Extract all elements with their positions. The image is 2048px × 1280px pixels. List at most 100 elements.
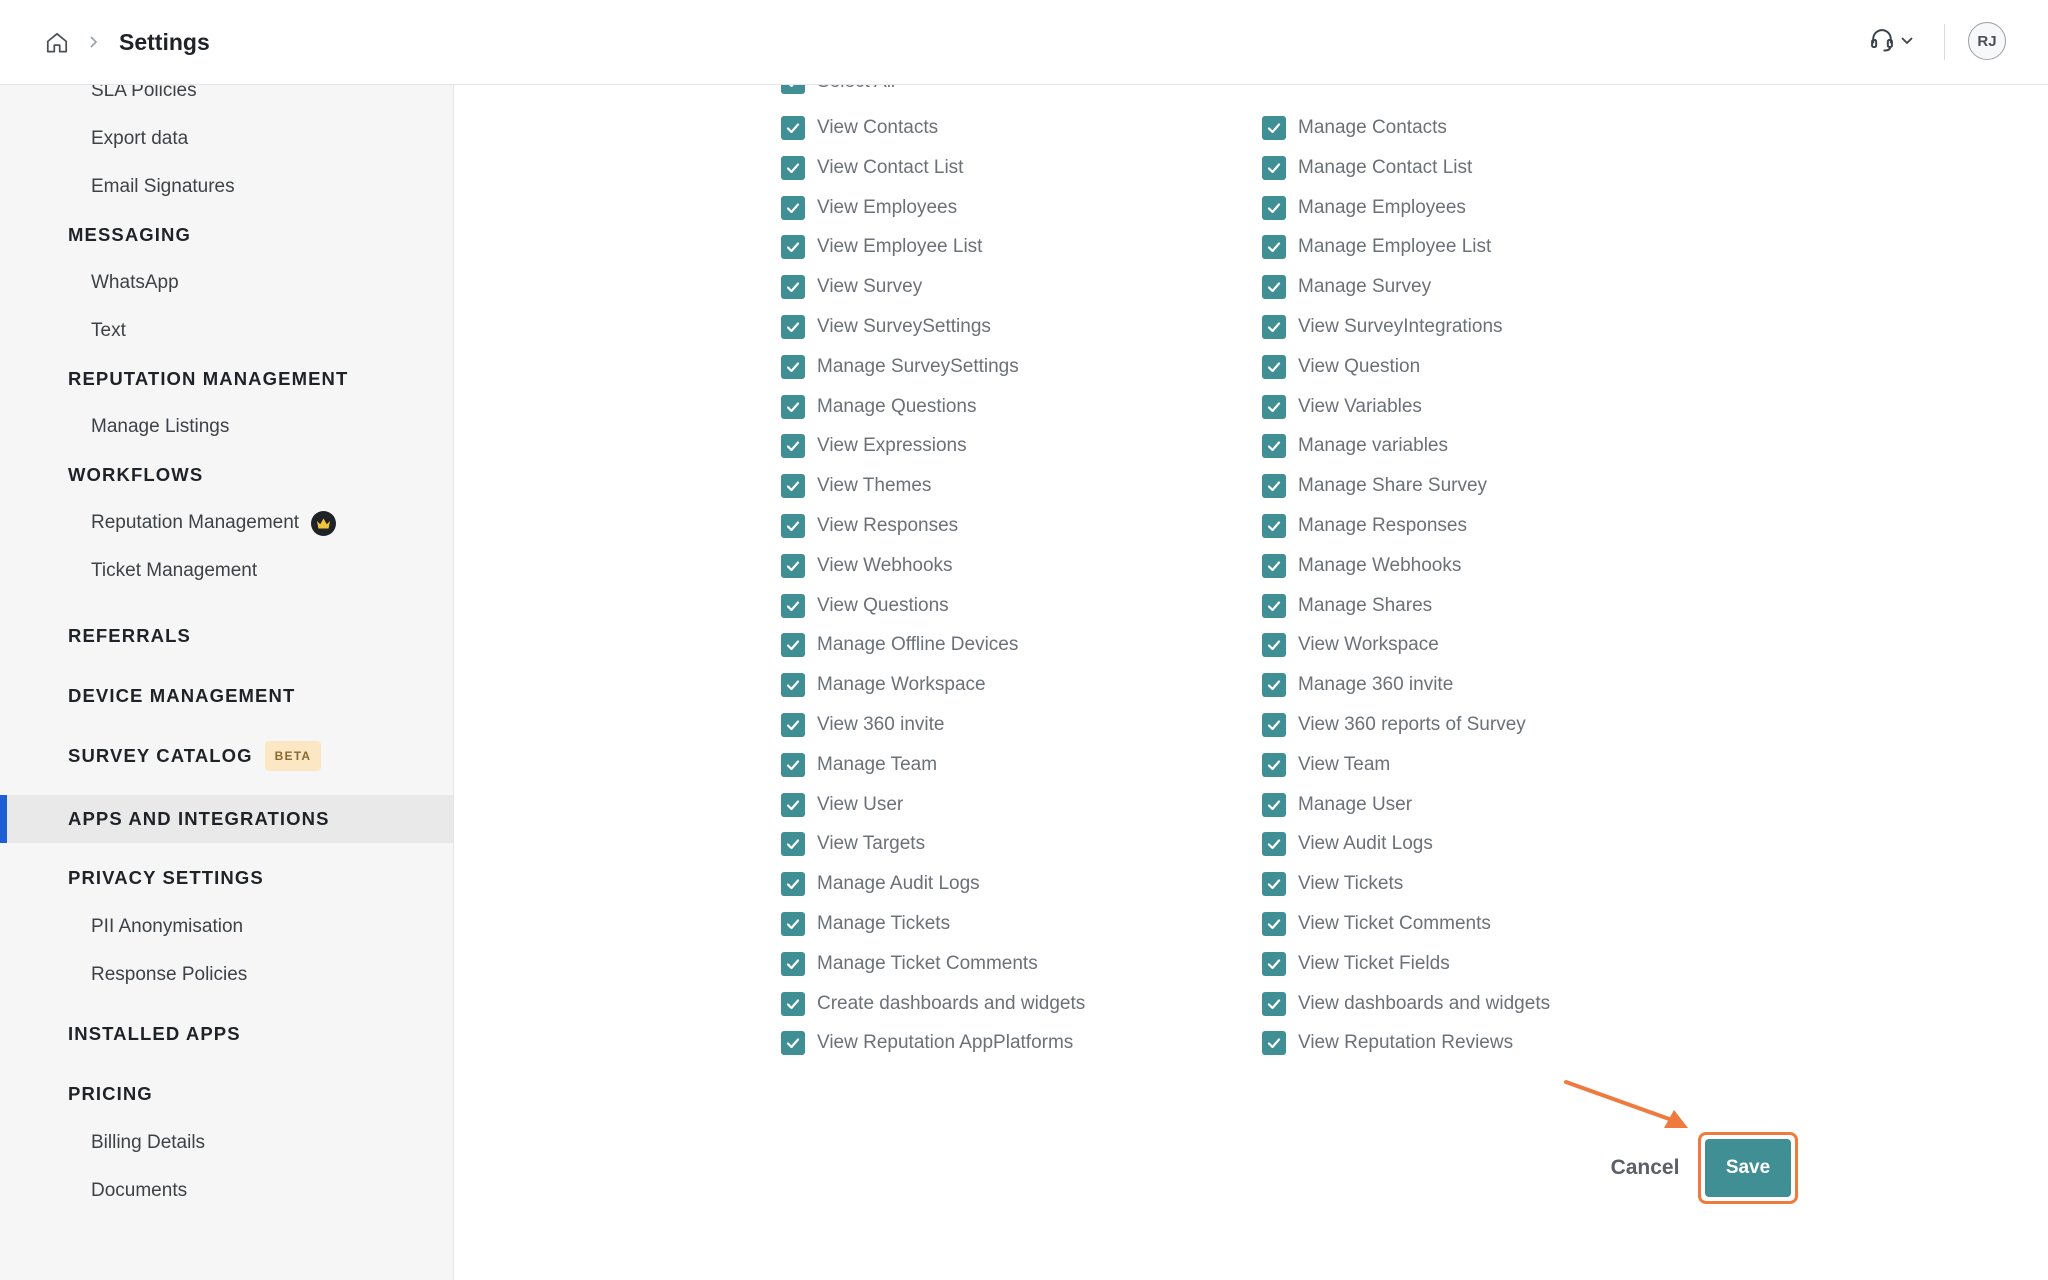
permission-label: Manage Webhooks	[1298, 554, 1462, 576]
permission-label: View 360 reports of Survey	[1298, 714, 1526, 735]
sidebar-item-sla-policies[interactable]: SLA Policies	[0, 85, 453, 115]
checkbox-checked-icon	[1262, 315, 1286, 339]
permission-create-dashboards-and-widgets-checkbox[interactable]: Create dashboards and widgets	[781, 989, 1085, 1019]
permission-label: View Themes	[817, 475, 932, 497]
checkbox-checked-icon	[781, 394, 805, 419]
sidebar-item-manage-listings[interactable]: Manage Listings	[0, 403, 453, 451]
permission-view-contact-list-checkbox[interactable]: View Contact List	[781, 153, 963, 183]
permission-view-tickets-checkbox[interactable]: View Tickets	[1262, 869, 1403, 899]
permission-manage-variables-checkbox[interactable]: Manage variables	[1262, 431, 1448, 461]
permission-view-reputation-appplatforms-checkbox[interactable]: View Reputation AppPlatforms	[781, 1028, 1073, 1058]
sidebar-item-device-management[interactable]: DEVICE MANAGEMENT	[0, 672, 453, 720]
permission-view-employees-checkbox[interactable]: View Employees	[781, 193, 957, 223]
permission-view-workspace-checkbox[interactable]: View Workspace	[1262, 630, 1439, 660]
permission-manage-employees-checkbox[interactable]: Manage Employees	[1262, 193, 1466, 223]
permission-manage-360-invite-checkbox[interactable]: Manage 360 invite	[1262, 670, 1453, 700]
permission-label: View Ticket Fields	[1298, 952, 1450, 974]
permission-manage-shares-checkbox[interactable]: Manage Shares	[1262, 591, 1432, 621]
permission-view-surveyintegrations-checkbox[interactable]: View SurveyIntegrations	[1262, 312, 1503, 342]
permission-manage-audit-logs-checkbox[interactable]: Manage Audit Logs	[781, 869, 980, 899]
sidebar-item-billing-details[interactable]: Billing Details	[0, 1119, 453, 1167]
permission-view-webhooks-checkbox[interactable]: View Webhooks	[781, 551, 953, 581]
permission-view-360-reports-of-survey-checkbox[interactable]: View 360 reports of Survey	[1262, 710, 1526, 740]
permission-view-user-checkbox[interactable]: View User	[781, 790, 903, 820]
permission-view-employee-list-checkbox[interactable]: View Employee List	[781, 232, 982, 262]
permission-view-ticket-fields-checkbox[interactable]: View Ticket Fields	[1262, 949, 1450, 979]
permission-manage-user-checkbox[interactable]: Manage User	[1262, 790, 1412, 820]
home-icon[interactable]	[40, 26, 74, 60]
permission-manage-ticket-comments-checkbox[interactable]: Manage Ticket Comments	[781, 949, 1038, 979]
settings-sidebar: SLA Policies Export data Email Signatures M…	[0, 85, 454, 1280]
permission-view-dashboards-and-widgets-checkbox[interactable]: View dashboards and widgets	[1262, 989, 1550, 1019]
checkbox-checked-icon	[1262, 235, 1286, 260]
sidebar-item-workflows[interactable]: WORKFLOWS	[0, 451, 453, 499]
permission-view-targets-checkbox[interactable]: View Targets	[781, 829, 925, 859]
permission-manage-contacts-checkbox[interactable]: Manage Contacts	[1262, 113, 1447, 143]
permission-manage-offline-devices-checkbox[interactable]: Manage Offline Devices	[781, 630, 1018, 660]
sidebar-item-survey-catalog[interactable]: SURVEY CATALOG BETA	[0, 732, 453, 780]
permission-manage-questions-checkbox[interactable]: Manage Questions	[781, 392, 977, 422]
sidebar-item-whatsapp[interactable]: WhatsApp	[0, 259, 453, 307]
permission-manage-workspace-checkbox[interactable]: Manage Workspace	[781, 670, 986, 700]
permission-view-expressions-checkbox[interactable]: View Expressions	[781, 431, 967, 461]
permission-view-question-checkbox[interactable]: View Question	[1262, 352, 1420, 382]
sidebar-item-pii-anonymisation[interactable]: PII Anonymisation	[0, 903, 453, 951]
sidebar-item-privacy-settings[interactable]: PRIVACY SETTINGS	[0, 854, 453, 902]
permission-manage-team-checkbox[interactable]: Manage Team	[781, 750, 937, 780]
permission-label: View Employees	[817, 196, 958, 218]
checkbox-checked-icon	[1262, 474, 1286, 499]
sidebar-item-installed-apps[interactable]: INSTALLED APPS	[0, 1010, 453, 1058]
cancel-button[interactable]: Cancel	[1600, 1148, 1690, 1188]
permission-label: Manage Employee List	[1298, 236, 1492, 258]
permission-view-survey-checkbox[interactable]: View Survey	[781, 272, 922, 302]
sidebar-item-label: Text	[91, 320, 126, 341]
sidebar-item-ticket-management[interactable]: Ticket Management	[0, 547, 453, 595]
checkbox-checked-icon	[781, 195, 805, 220]
permission-view-responses-checkbox[interactable]: View Responses	[781, 511, 958, 541]
permission-view-questions-checkbox[interactable]: View Questions	[781, 591, 949, 621]
sidebar-item-referrals[interactable]: REFERRALS	[0, 612, 453, 660]
permission-manage-responses-checkbox[interactable]: Manage Responses	[1262, 511, 1467, 541]
permission-label: View Targets	[817, 833, 926, 855]
permission-view-reputation-reviews-checkbox[interactable]: View Reputation Reviews	[1262, 1028, 1513, 1058]
sidebar-item-email-signatures[interactable]: Email Signatures	[0, 163, 453, 211]
save-button[interactable]: Save	[1705, 1139, 1791, 1197]
permission-manage-survey-checkbox[interactable]: Manage Survey	[1262, 272, 1431, 302]
checkbox-checked-icon	[781, 235, 805, 260]
permission-view-ticket-comments-checkbox[interactable]: View Ticket Comments	[1262, 909, 1491, 939]
sidebar-item-reputation-management[interactable]: REPUTATION MANAGEMENT	[0, 355, 453, 403]
permission-manage-webhooks-checkbox[interactable]: Manage Webhooks	[1262, 551, 1461, 581]
permission-manage-employee-list-checkbox[interactable]: Manage Employee List	[1262, 232, 1491, 262]
permission-label: Manage Contact List	[1298, 156, 1473, 178]
permission-view-variables-checkbox[interactable]: View Variables	[1262, 392, 1422, 422]
sidebar-item-documents[interactable]: Documents	[0, 1167, 453, 1215]
sidebar-item-reputation-management[interactable]: Reputation Management	[0, 499, 453, 547]
chevron-right-icon	[86, 28, 102, 56]
permission-view-team-checkbox[interactable]: View Team	[1262, 750, 1390, 780]
sidebar-item-response-policies[interactable]: Response Policies	[0, 951, 453, 999]
permission-manage-tickets-checkbox[interactable]: Manage Tickets	[781, 909, 950, 939]
sidebar-item-apps-and-integrations[interactable]: APPS AND INTEGRATIONS	[0, 795, 453, 843]
sidebar-item-messaging[interactable]: MESSAGING	[0, 211, 453, 259]
checkbox-checked-icon	[1262, 912, 1286, 936]
sidebar-item-pricing[interactable]: PRICING	[0, 1070, 453, 1118]
sidebar-item-export-data[interactable]: Export data	[0, 115, 453, 163]
permission-manage-contact-list-checkbox[interactable]: Manage Contact List	[1262, 153, 1472, 183]
permission-label: View 360 invite	[817, 714, 945, 735]
avatar[interactable]: RJ	[1968, 22, 2006, 60]
select-all-checkbox[interactable]: Select All	[781, 85, 895, 97]
permission-label: Manage Contacts	[1298, 117, 1447, 138]
permission-label: View Question	[1298, 355, 1421, 377]
permission-label: View SurveyIntegrations	[1298, 316, 1503, 337]
permission-view-360-invite-checkbox[interactable]: View 360 invite	[781, 710, 944, 740]
permission-manage-surveysettings-checkbox[interactable]: Manage SurveySettings	[781, 352, 1019, 382]
sidebar-item-label: Reputation Management	[91, 512, 300, 533]
permission-view-surveysettings-checkbox[interactable]: View SurveySettings	[781, 312, 991, 342]
permission-label: Manage Workspace	[817, 674, 986, 696]
support-menu-button[interactable]	[1868, 25, 1922, 59]
sidebar-item-text[interactable]: Text	[0, 307, 453, 355]
permission-view-audit-logs-checkbox[interactable]: View Audit Logs	[1262, 829, 1433, 859]
permission-manage-share-survey-checkbox[interactable]: Manage Share Survey	[1262, 471, 1487, 501]
permission-view-contacts-checkbox[interactable]: View Contacts	[781, 113, 938, 143]
permission-view-themes-checkbox[interactable]: View Themes	[781, 471, 931, 501]
